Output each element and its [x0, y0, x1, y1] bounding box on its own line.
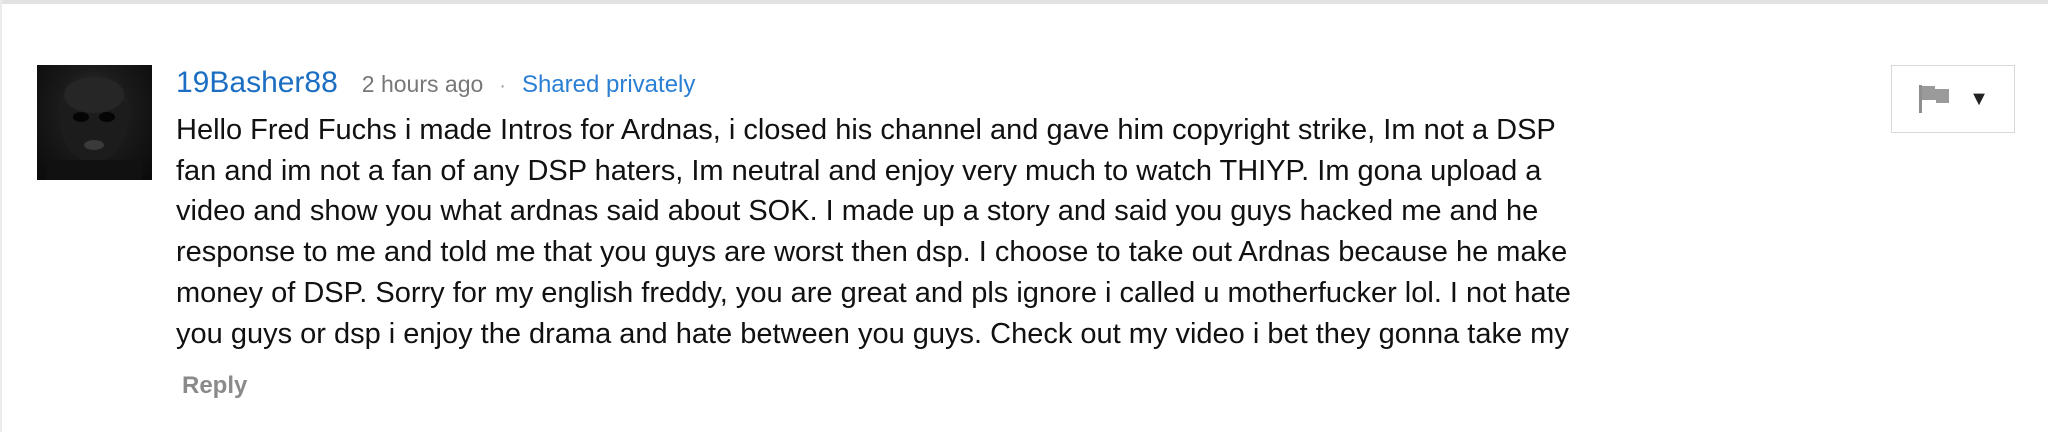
- chevron-down-icon: ▼: [1969, 88, 1989, 110]
- flag-icon: [1917, 84, 1951, 114]
- comment-line: you guys or dsp i enjoy the drama and ha…: [176, 317, 1569, 350]
- comment-card: 19Basher88 2 hours ago · Shared privatel…: [0, 0, 2048, 432]
- reply-button[interactable]: Reply: [182, 372, 247, 400]
- comment-line: video and show you what ardnas said abou…: [176, 195, 1539, 228]
- flag-menu-button[interactable]: ▼: [1891, 65, 2015, 133]
- comment-line: Hello Fred Fuchs i made Intros for Ardna…: [176, 114, 1556, 146]
- comment-header: 19Basher88 2 hours ago · Shared privatel…: [176, 66, 695, 106]
- timestamp[interactable]: 2 hours ago: [362, 71, 483, 98]
- comment-line: response to me and told me that you guys…: [176, 236, 1568, 269]
- comment-line: fan and im not a fan of any DSP haters, …: [176, 154, 1542, 187]
- avatar[interactable]: [37, 65, 152, 180]
- avatar-image: [47, 77, 142, 180]
- comment-line: money of DSP. Sorry for my english fredd…: [176, 276, 1571, 309]
- author-name[interactable]: 19Basher88: [176, 66, 338, 100]
- visibility-link[interactable]: Shared privately: [522, 71, 695, 99]
- comment-body: Hello Fred Fuchs i made Intros for Ardna…: [176, 110, 1676, 354]
- separator-dot: ·: [499, 75, 506, 97]
